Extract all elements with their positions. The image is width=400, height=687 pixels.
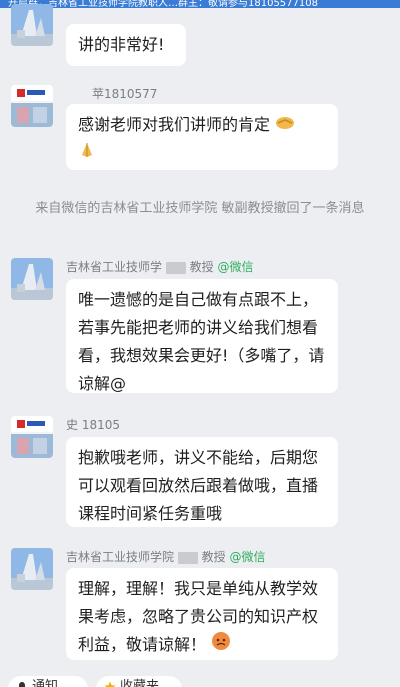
sender-name: 吉林省工业技师学院 教授 @微信 xyxy=(66,548,266,565)
favorites-label: 收藏夹 xyxy=(120,679,160,687)
bell-icon xyxy=(19,682,25,687)
avatar[interactable] xyxy=(11,258,53,300)
avatar[interactable] xyxy=(11,85,53,127)
building-avatar-icon xyxy=(11,4,53,46)
sender-label: 吉林省工业技师学 xyxy=(66,260,163,274)
message-text: 讲的非常好! xyxy=(78,35,165,54)
message-text: 感谢老师对我们讲师的肯定 xyxy=(78,115,271,134)
system-notice: 来自微信的吉林省工业技师学院 敏副教授撤回了一条消息 xyxy=(0,198,400,220)
avatar[interactable] xyxy=(11,548,53,590)
message-text: 理解，理解！我只是单纯从教学效果考虑，忽略了贵公司的知识产权利益，敬请谅解！ xyxy=(78,579,319,654)
message-text: 抱歉哦老师，讲义不能给，后期您可以观看回放然后跟着做哦，直播课程时间紧任务重哦 xyxy=(78,448,319,523)
notification-label: 通知 xyxy=(32,679,59,687)
avatar[interactable] xyxy=(11,416,53,458)
logo-avatar-icon xyxy=(11,416,53,458)
top-banner-text: 开启群，吉林省工业技师学院教职人…群主：敬请参与18105577108 xyxy=(8,0,318,8)
sweating-face-emoji-icon xyxy=(211,631,231,660)
avatar[interactable] xyxy=(11,4,53,46)
quick-actions-bar: 通知 收藏夹 xyxy=(0,672,400,687)
redacted-block xyxy=(165,261,186,274)
building-avatar-icon xyxy=(11,258,53,300)
star-icon xyxy=(104,681,116,687)
sender-label: 吉林省工业技师学院 xyxy=(66,550,175,564)
sender-label: 史 18105 xyxy=(66,418,120,432)
top-banner: 开启群，吉林省工业技师学院教职人…群主：敬请参与18105577108 xyxy=(0,0,400,8)
building-avatar-icon xyxy=(11,548,53,590)
sender-name: 吉林省工业技师学 教授 @微信 xyxy=(66,258,254,275)
favorites-button[interactable]: 收藏夹 xyxy=(96,676,182,687)
sender-suffix: 教授 xyxy=(201,550,226,564)
redacted-block xyxy=(177,551,198,564)
praying-hands-emoji-icon xyxy=(78,140,96,168)
sender-name: 苹1810577 xyxy=(92,85,157,102)
message-bubble[interactable]: 讲的非常好! xyxy=(66,24,186,66)
notification-button[interactable]: 通知 xyxy=(8,676,88,687)
sender-label: 苹1810577 xyxy=(92,87,158,101)
system-notice-text: 来自微信的吉林省工业技师学院 敏副教授撤回了一条消息 xyxy=(35,201,365,216)
source-label: @微信 xyxy=(217,260,254,274)
handshake-emoji-icon xyxy=(275,112,295,140)
sender-name: 史 18105 xyxy=(66,416,120,433)
source-label: @微信 xyxy=(229,550,266,564)
logo-avatar-icon xyxy=(11,85,53,127)
message-bubble[interactable]: 理解，理解！我只是单纯从教学效果考虑，忽略了贵公司的知识产权利益，敬请谅解！ xyxy=(66,568,338,660)
sender-suffix: 教授 xyxy=(189,260,214,274)
message-bubble[interactable]: 唯一遗憾的是自己做有点跟不上，若事先能把老师的讲义给我们想看看，我想效果会更好!… xyxy=(66,279,338,393)
message-bubble[interactable]: 抱歉哦老师，讲义不能给，后期您可以观看回放然后跟着做哦，直播课程时间紧任务重哦 xyxy=(66,437,338,527)
message-text: 唯一遗憾的是自己做有点跟不上，若事先能把老师的讲义给我们想看看，我想效果会更好!… xyxy=(78,290,325,393)
message-bubble[interactable]: 感谢老师对我们讲师的肯定 xyxy=(66,104,338,170)
